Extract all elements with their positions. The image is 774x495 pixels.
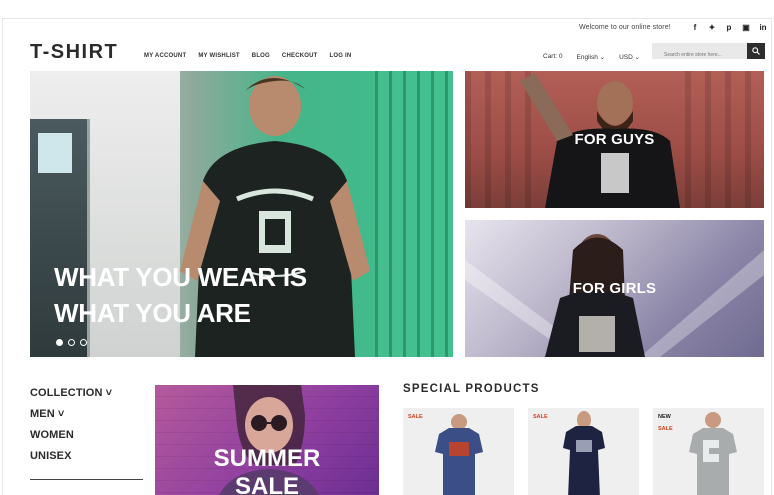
- category-women[interactable]: WOMEN: [30, 425, 112, 446]
- nav-checkout[interactable]: CHECKOUT: [282, 53, 318, 59]
- product-card[interactable]: SALE: [528, 408, 639, 495]
- linkedin-icon[interactable]: in: [759, 23, 767, 33]
- hero-line-1: WHAT YOU WEAR IS: [54, 262, 307, 292]
- site-logo[interactable]: T-SHIRT: [30, 41, 118, 64]
- summer-line-1: SUMMER: [213, 445, 321, 472]
- sale-badge: SALE: [408, 414, 423, 420]
- tshirt-image: [689, 412, 737, 495]
- sale-badge: SALE: [533, 414, 548, 420]
- search-box: [652, 43, 747, 63]
- pinterest-icon[interactable]: p: [725, 23, 733, 33]
- slider-dot-2[interactable]: [68, 339, 75, 346]
- special-products-heading: SPECIAL PRODUCTS: [403, 383, 540, 395]
- slider-dot-3[interactable]: [80, 339, 87, 346]
- language-select[interactable]: English ⌄: [577, 53, 606, 61]
- category-menu: COLLECTION ˅ MEN ˅ WOMEN UNISEX: [30, 383, 112, 467]
- hero-slider[interactable]: WHAT YOU WEAR IS WHAT YOU ARE: [30, 71, 453, 357]
- search-icon: [752, 47, 760, 55]
- search-button[interactable]: [747, 43, 765, 59]
- page-frame: Welcome to our online store! f ✦ p ▣ in …: [2, 18, 772, 495]
- promo-for-guys[interactable]: FOR GUYS: [465, 71, 764, 208]
- nav-blog[interactable]: BLOG: [252, 53, 270, 59]
- product-card[interactable]: SALE: [403, 408, 514, 495]
- category-divider: [30, 479, 143, 480]
- nav-log-in[interactable]: LOG IN: [330, 53, 352, 59]
- main-nav: MY ACCOUNT MY WISHLIST BLOG CHECKOUT LOG…: [144, 53, 351, 59]
- facebook-icon[interactable]: f: [691, 23, 699, 33]
- summer-line-2: SALE: [234, 473, 299, 495]
- currency-select[interactable]: USD ⌄: [619, 53, 640, 61]
- category-collection[interactable]: COLLECTION ˅: [30, 383, 112, 404]
- twitter-icon[interactable]: ✦: [708, 23, 716, 33]
- hero-line-2: WHAT YOU ARE: [54, 298, 251, 328]
- tshirt-image: [563, 411, 605, 495]
- category-unisex[interactable]: UNISEX: [30, 446, 112, 467]
- sale-badge: SALE: [658, 426, 673, 432]
- promo-girls-label: FOR GIRLS: [572, 280, 657, 297]
- search-input[interactable]: [652, 47, 747, 63]
- slider-dots: [56, 339, 87, 346]
- promo-for-girls[interactable]: FOR GIRLS: [465, 220, 764, 357]
- tshirt-image: [435, 414, 483, 495]
- cart-link[interactable]: Cart: 0: [543, 53, 563, 61]
- hero-headline: WHAT YOU WEAR IS WHAT YOU ARE: [54, 259, 307, 331]
- social-links: f ✦ p ▣ in: [691, 23, 767, 33]
- summer-sale-title: SUMMER SALE: [155, 445, 379, 495]
- nav-my-account[interactable]: MY ACCOUNT: [144, 53, 186, 59]
- hero-background-door: [375, 71, 453, 357]
- welcome-message: Welcome to our online store!: [579, 24, 671, 31]
- category-men[interactable]: MEN ˅: [30, 404, 112, 425]
- instagram-icon[interactable]: ▣: [742, 23, 750, 33]
- slider-dot-1[interactable]: [56, 339, 63, 346]
- product-card[interactable]: NEW SALE: [653, 408, 764, 495]
- new-badge: NEW: [658, 414, 671, 420]
- nav-my-wishlist[interactable]: MY WISHLIST: [198, 53, 239, 59]
- store-toolbar: Cart: 0 English ⌄ USD ⌄: [543, 53, 640, 61]
- promo-guys-label: FOR GUYS: [574, 131, 655, 148]
- summer-sale-banner[interactable]: SUMMER SALE: [155, 385, 379, 495]
